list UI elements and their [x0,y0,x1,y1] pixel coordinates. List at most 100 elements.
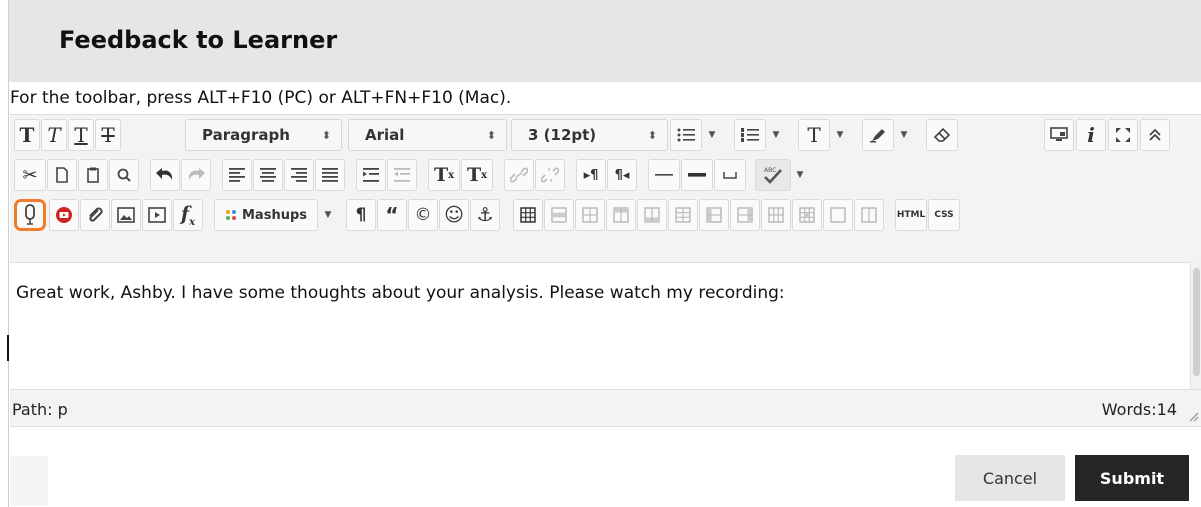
emoticon-button[interactable]: ☺ [439,199,469,231]
insert-link-button[interactable] [504,159,534,191]
ltr-button[interactable]: ▸¶ [576,159,606,191]
bullet-list-button[interactable] [670,119,702,151]
find-button[interactable] [109,159,139,191]
math-editor-button[interactable]: fx [173,199,203,231]
submit-button[interactable]: Submit [1075,455,1189,501]
table-row-icon [551,207,567,223]
outdent-button[interactable] [387,159,417,191]
size-select[interactable]: 3 (12pt) ⬍ [511,119,668,151]
indent-icon [363,168,379,182]
cut-button[interactable]: ✂ [14,159,46,191]
toolbar-hint: For the toolbar, press ALT+F10 (PC) or A… [10,88,512,108]
paste-button[interactable] [78,159,108,191]
anchor-icon: ⚓ [476,204,494,226]
merge-cells-button[interactable] [823,199,853,231]
undo-button[interactable] [150,159,180,191]
youtube-button[interactable] [49,199,79,231]
font-select[interactable]: Arial ⬍ [348,119,507,151]
editor-scrollbar[interactable] [1190,262,1201,389]
indent-button[interactable] [356,159,386,191]
horizontal-rule-button[interactable] [648,159,680,191]
feedback-dialog: Feedback to Learner For the toolbar, pre… [0,0,1201,507]
chevron-down-icon[interactable]: ▼ [896,119,912,151]
insert-col-after-button[interactable] [730,199,760,231]
align-left-button[interactable] [222,159,252,191]
italic-button[interactable]: T [41,119,67,151]
scrollbar-thumb[interactable] [1193,268,1200,376]
ltr-icon: ▸¶ [583,167,599,183]
collapse-toolbar-button[interactable] [1140,119,1170,151]
insert-row-after-button[interactable] [637,199,667,231]
mashups-icon [226,210,236,220]
editor-content-area[interactable]: Great work, Ashby. I have some thoughts … [10,262,1190,389]
thick-rule-button[interactable] [681,159,713,191]
select-arrows-icon: ⬍ [321,128,331,142]
eraser-icon [933,127,951,142]
html-source-button[interactable]: HTML [895,199,927,231]
attach-file-button[interactable] [80,199,110,231]
numbered-list-icon [741,128,759,142]
strikethrough-button[interactable]: T [95,119,121,151]
chevron-down-icon[interactable]: ▼ [704,119,720,151]
cancel-button[interactable]: Cancel [955,455,1065,501]
chevron-down-icon[interactable]: ▼ [768,119,784,151]
delete-col-button[interactable] [761,199,791,231]
blockquote-button[interactable]: “ [377,199,407,231]
chevron-down-icon[interactable]: ▼ [792,159,808,191]
table-columns-button[interactable] [854,199,884,231]
insert-media-button[interactable] [142,199,172,231]
bold-button[interactable]: T [14,119,40,151]
two-columns-icon [861,207,877,223]
mashups-button[interactable]: Mashups [214,199,318,231]
align-center-button[interactable] [253,159,283,191]
insert-col-before-button[interactable] [699,199,729,231]
special-character-button[interactable]: © [408,199,438,231]
insert-image-button[interactable] [111,199,141,231]
css-label: CSS [934,210,954,220]
info-button[interactable]: i [1076,119,1106,151]
record-feedback-button[interactable] [14,199,46,231]
unlink-button[interactable] [535,159,565,191]
search-icon [117,168,131,182]
subscript-button[interactable]: Tx [461,159,493,191]
pilcrow-icon: ¶ [355,205,367,225]
text-color-button[interactable]: T [798,119,830,151]
size-select-value: 3 (12pt) [528,126,597,144]
monitor-icon [1050,127,1068,141]
chevron-down-icon[interactable]: ▼ [320,199,336,231]
insert-row-before-button[interactable] [606,199,636,231]
split-cells-button[interactable] [792,199,822,231]
paragraph-mark-button[interactable]: ¶ [346,199,376,231]
table-row-props-button[interactable] [544,199,574,231]
spellcheck-button[interactable]: ABC [755,159,791,191]
feedback-text: Great work, Ashby. I have some thoughts … [16,283,785,303]
horizontal-line-icon [655,174,673,176]
nonbreaking-space-button[interactable] [714,159,746,191]
justify-button[interactable] [315,159,345,191]
fullscreen-button[interactable] [1108,119,1138,151]
align-left-icon [229,168,245,182]
preview-button[interactable] [1044,119,1074,151]
redo-button[interactable] [181,159,211,191]
copy-button[interactable] [47,159,77,191]
document-icon [56,167,68,183]
highlight-button[interactable] [862,119,894,151]
css-editor-button[interactable]: CSS [928,199,960,231]
rtl-button[interactable]: ¶◂ [607,159,637,191]
underline-button[interactable]: T [68,119,94,151]
superscript-button[interactable]: Tx [428,159,460,191]
insert-table-button[interactable] [513,199,543,231]
toolbar-row-1: T T T T Paragraph ⬍ Arial ⬍ 3 (12pt) ⬍ ▼ [10,115,1201,155]
resize-handle-icon[interactable] [1187,410,1199,422]
header: Feedback to Learner [9,0,1201,82]
anchor-button[interactable]: ⚓ [470,199,500,231]
numbered-list-button[interactable] [734,119,766,151]
table-cell-props-button[interactable] [575,199,605,231]
chevron-down-icon[interactable]: ▼ [832,119,848,151]
format-select[interactable]: Paragraph ⬍ [185,119,342,151]
clear-formatting-button[interactable] [926,119,958,151]
align-right-button[interactable] [284,159,314,191]
delete-row-button[interactable] [668,199,698,231]
youtube-icon [56,207,72,223]
select-arrows-icon: ⬍ [486,128,496,142]
